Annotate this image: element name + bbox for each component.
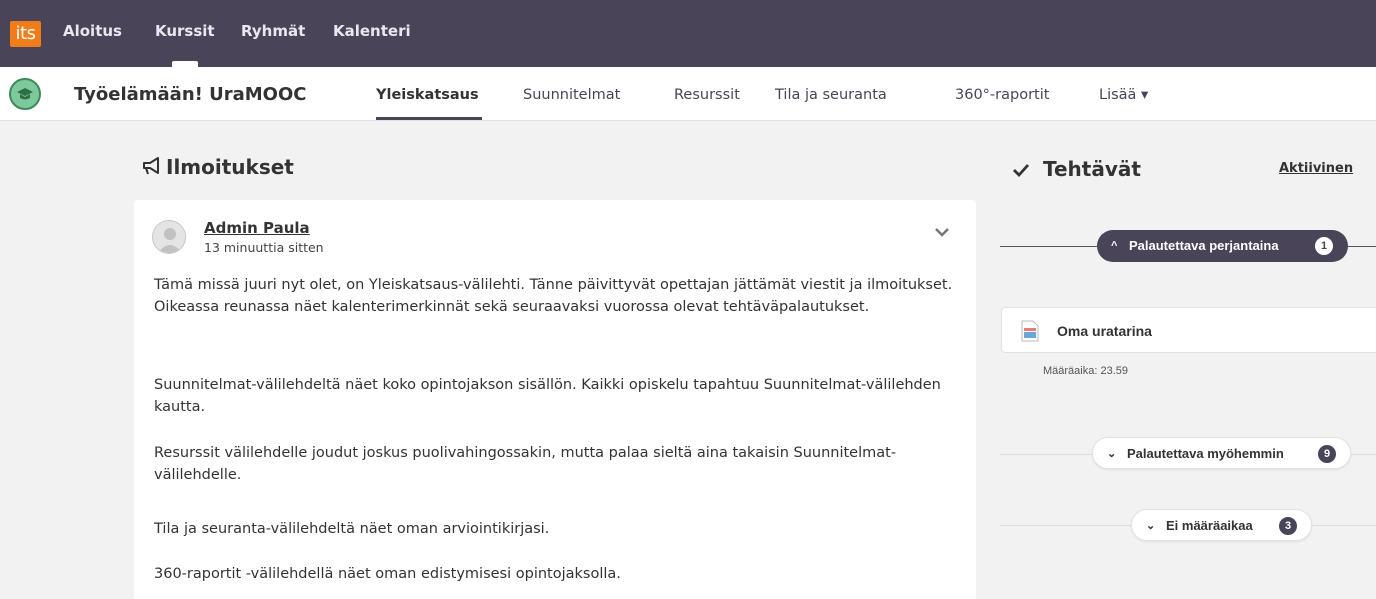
post-author-link[interactable]: Admin Paula	[204, 219, 310, 237]
count-badge: 9	[1318, 445, 1336, 463]
tab-yleiskatsaus[interactable]: Yleiskatsaus	[376, 87, 479, 103]
group-toggle-ei-maaraaikaa[interactable]: ⌄ Ei määräaikaa 3	[1131, 509, 1312, 541]
group-label: Palautettava perjantaina	[1129, 238, 1279, 253]
chevron-down-icon[interactable]	[932, 222, 952, 242]
group-label: Ei määräaikaa	[1166, 518, 1253, 533]
task-item-oma-uratarina[interactable]: Oma uratarina	[1001, 307, 1376, 353]
tab-tila-ja-seuranta[interactable]: Tila ja seuranta	[775, 87, 887, 103]
chevron-down-icon: ⌄	[1146, 520, 1156, 532]
group-label: Palautettava myöhemmin	[1127, 446, 1284, 461]
task-title: Oma uratarina	[1057, 323, 1152, 339]
graduation-cap-icon	[9, 78, 41, 110]
avatar	[152, 220, 186, 254]
post-timestamp: 13 minuuttia sitten	[204, 240, 324, 255]
top-navigation-bar: its Aloitus Kurssit Ryhmät Kalenteri	[0, 0, 1376, 67]
tab-suunnitelmat[interactable]: Suunnitelmat	[523, 87, 620, 103]
nav-kurssit[interactable]: Kurssit	[155, 22, 215, 40]
course-header: Työelämään! UraMOOC Yleiskatsaus Suunnit…	[0, 67, 1376, 121]
post-paragraph: Suunnitelmat-välilehdeltä näet koko opin…	[154, 377, 941, 415]
post-paragraph: Tämä missä juuri nyt olet, on Yleiskatsa…	[154, 277, 953, 315]
group-toggle-palautettava-perjantaina[interactable]: ^ Palautettava perjantaina 1	[1097, 230, 1348, 262]
task-deadline: Määräaika: 23.59	[1043, 365, 1128, 377]
active-tab-underline	[376, 117, 482, 120]
group-toggle-palautettava-myohemmin[interactable]: ⌄ Palautettava myöhemmin 9	[1092, 437, 1351, 469]
filter-active-link[interactable]: Aktiivinen	[1279, 161, 1353, 176]
course-title[interactable]: Työelämään! UraMOOC	[74, 84, 306, 105]
chevron-down-icon: ⌄	[1107, 448, 1117, 460]
document-icon	[1021, 320, 1039, 342]
announcements-heading: Ilmoitukset	[166, 155, 294, 179]
tasks-heading: Tehtävät	[1043, 157, 1141, 181]
tab-resurssit[interactable]: Resurssit	[674, 87, 740, 103]
post-paragraph: Tila ja seuranta-välilehdeltä näet oman …	[154, 521, 550, 537]
post-paragraph: 360-raportit -välilehdellä näet oman edi…	[154, 566, 621, 582]
announcement-card: Admin Paula 13 minuuttia sitten Tämä mis…	[134, 200, 976, 599]
chevron-up-icon: ^	[1111, 240, 1118, 252]
megaphone-icon	[143, 157, 159, 175]
tab-360-raportit[interactable]: 360°-raportit	[955, 87, 1049, 103]
nav-aloitus[interactable]: Aloitus	[63, 22, 122, 40]
nav-ryhmat[interactable]: Ryhmät	[241, 22, 305, 40]
its-logo[interactable]: its	[10, 21, 41, 47]
count-badge: 3	[1279, 517, 1297, 535]
count-badge: 1	[1315, 237, 1333, 255]
post-paragraph: Resurssit välilehdelle joudut joskus puo…	[154, 445, 897, 483]
tab-lisaa-dropdown[interactable]: Lisää ▾	[1099, 87, 1148, 103]
checkmark-icon	[1013, 164, 1030, 178]
nav-kalenteri[interactable]: Kalenteri	[333, 22, 411, 40]
